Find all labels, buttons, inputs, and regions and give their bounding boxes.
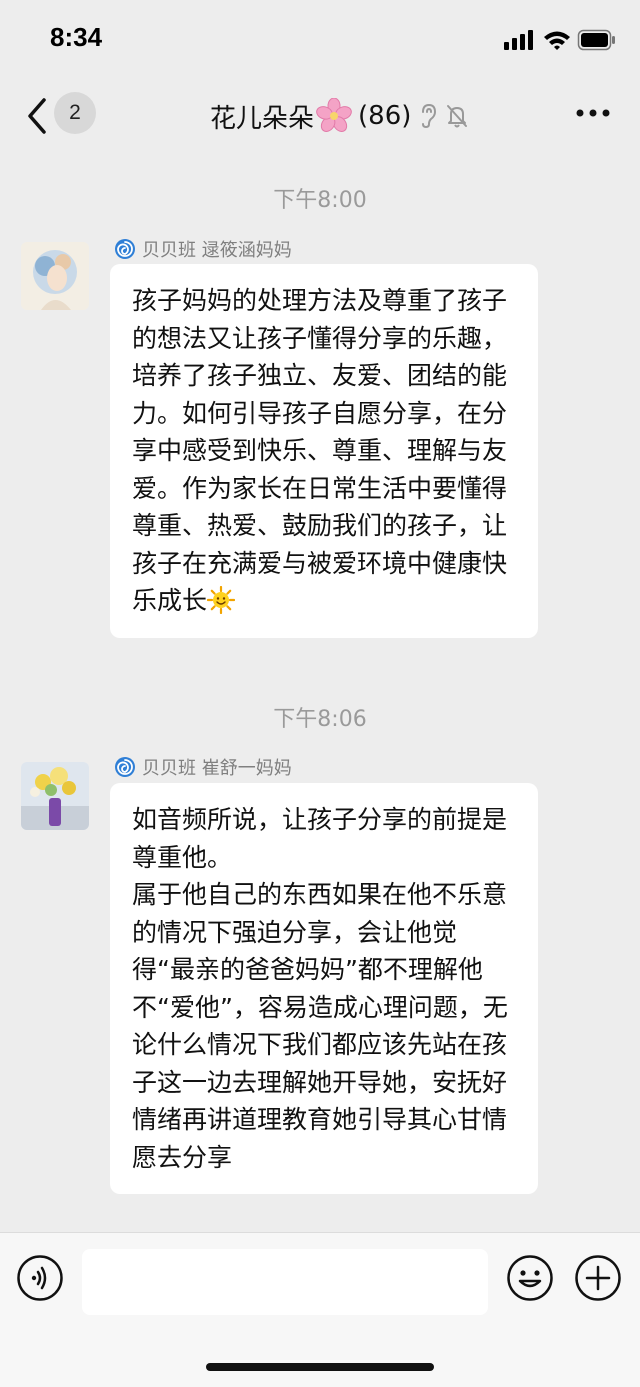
unread-count-badge[interactable]: 2	[54, 92, 96, 134]
sender-label: 贝贝班 逯筱涵妈妈	[142, 240, 292, 261]
group-name: 花儿朵朵	[210, 103, 315, 134]
emoji-icon[interactable]	[507, 1255, 553, 1301]
signal-icon	[504, 30, 533, 50]
mute-bell-icon	[447, 105, 468, 128]
back-arrow-icon[interactable]	[24, 94, 52, 138]
cherry-blossom-icon	[316, 98, 352, 132]
sender-name: 贝贝班 崔舒一妈妈	[114, 754, 292, 780]
chat-header: 2 花儿朵朵 (86)	[0, 80, 640, 152]
message-bubble[interactable]: 如音频所说，让孩子分享的前提是尊重他。 属于他自己的东西如果在他不乐意的情况下强…	[110, 783, 538, 1194]
message-text: 如音频所说，让孩子分享的前提是尊重他。 属于他自己的东西如果在他不乐意的情况下强…	[132, 805, 508, 1172]
voice-input-icon[interactable]	[17, 1255, 63, 1301]
message-bubble[interactable]: 孩子妈妈的处理方法及尊重了孩子的想法又让孩子懂得分享的乐趣，培养了孩子独立、友爱…	[110, 264, 538, 638]
input-bar	[0, 1232, 640, 1387]
avatar[interactable]	[21, 762, 89, 830]
status-time: 8:34	[50, 22, 103, 52]
status-bar: 8:34	[0, 0, 640, 80]
home-indicator[interactable]	[206, 1363, 434, 1371]
message-text: 孩子妈妈的处理方法及尊重了孩子的想法又让孩子懂得分享的乐趣，培养了孩子独立、友爱…	[132, 286, 508, 615]
battery-icon	[577, 29, 615, 51]
message-timestamp: 下午8:06	[273, 707, 367, 732]
message-input[interactable]	[82, 1249, 488, 1315]
avatar[interactable]	[21, 242, 89, 310]
sender-name: 贝贝班 逯筱涵妈妈	[114, 236, 292, 262]
message-timestamp: 下午8:00	[273, 188, 367, 213]
wifi-icon	[544, 31, 570, 50]
ear-icon	[422, 103, 437, 129]
sender-label: 贝贝班 崔舒一妈妈	[142, 758, 292, 779]
sun-icon	[207, 586, 236, 614]
member-count: (86)	[358, 101, 412, 131]
swirl-icon	[115, 757, 135, 777]
chat-title[interactable]: 花儿朵朵 (86)	[210, 94, 469, 138]
more-options-icon[interactable]	[576, 108, 610, 118]
plus-icon[interactable]	[575, 1255, 621, 1301]
status-icons	[504, 28, 616, 52]
swirl-icon	[115, 239, 135, 259]
